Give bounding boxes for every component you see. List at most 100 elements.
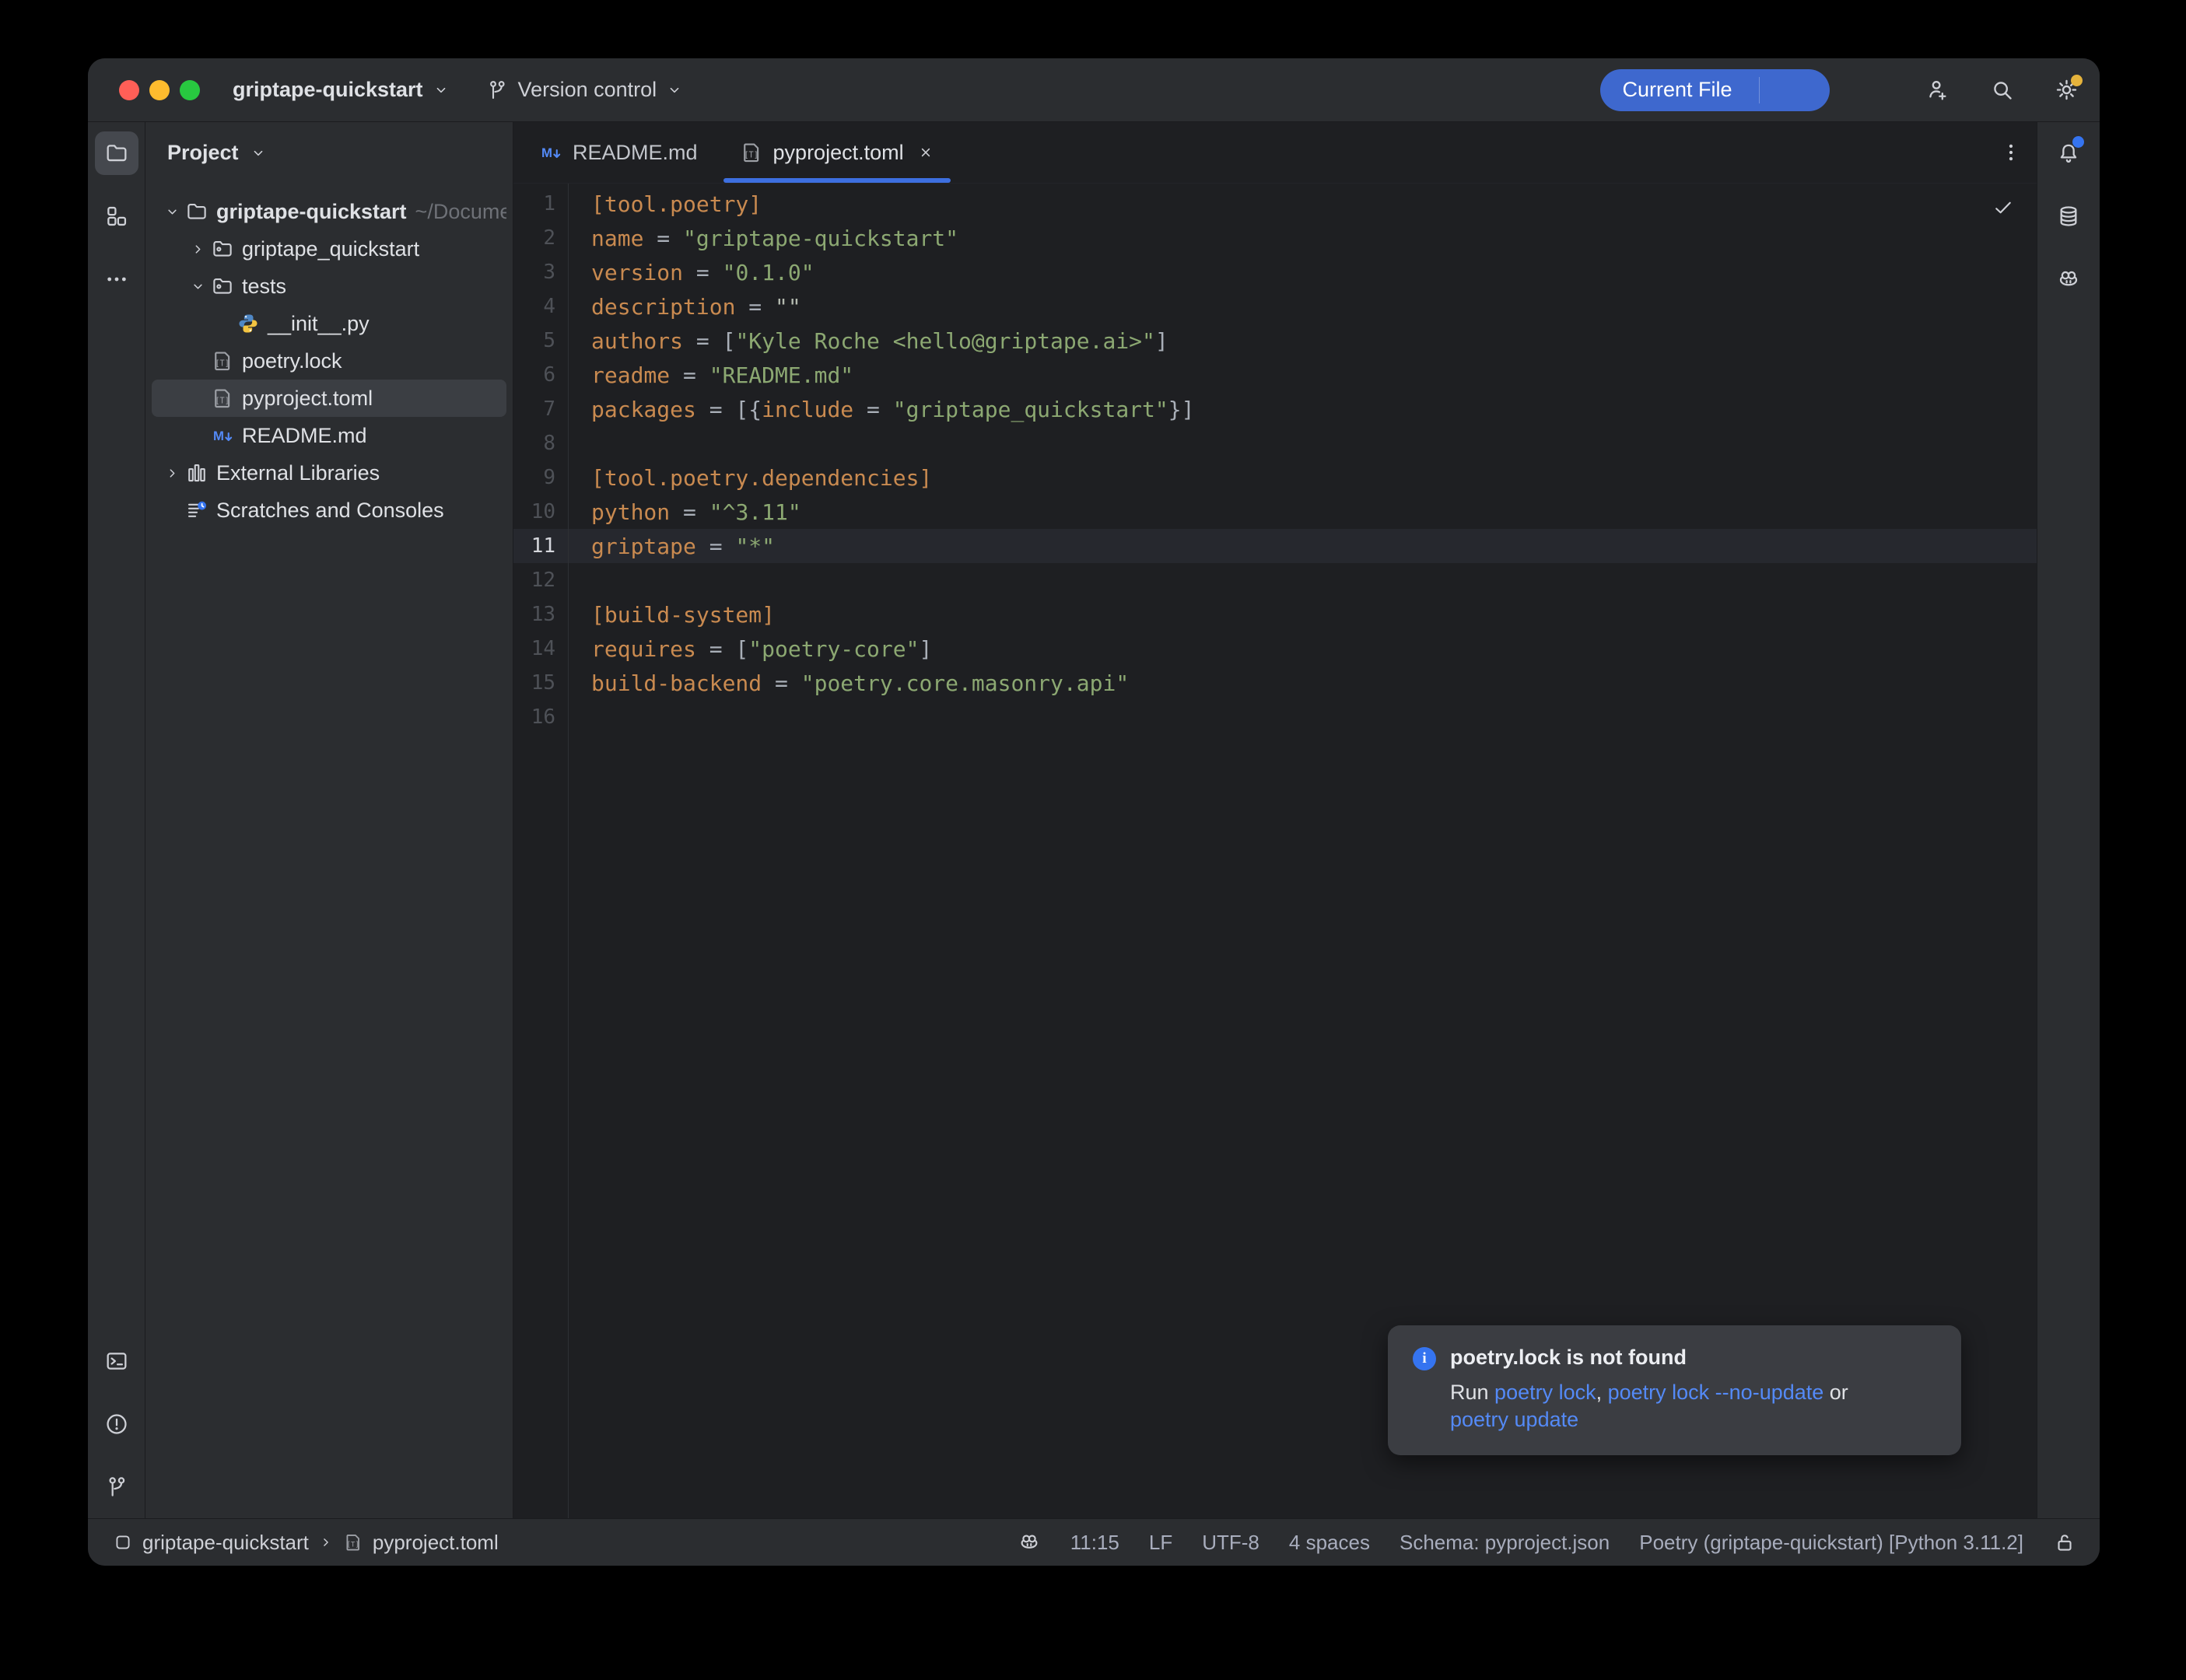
- code-line-10[interactable]: 10python = "^3.11": [513, 495, 2037, 529]
- tree-row-scratches-and-consoles[interactable]: Scratches and Consoles: [152, 492, 506, 529]
- notification-link-poetry-lock-no-update[interactable]: poetry lock --no-update: [1608, 1381, 1824, 1404]
- token-op: = [{: [696, 397, 762, 422]
- ai-assistant-button[interactable]: [2047, 257, 2090, 301]
- status-item-poetry-griptape-quickstart-pyt[interactable]: Poetry (griptape-quickstart) [Python 3.1…: [1639, 1531, 2023, 1555]
- token-key: include: [762, 397, 853, 422]
- chevron-down-icon[interactable]: [185, 278, 210, 295]
- code-line-8[interactable]: 8: [513, 426, 2037, 460]
- token-op: ]: [1155, 328, 1168, 354]
- breadcrumb-project[interactable]: griptape-quickstart: [142, 1531, 309, 1555]
- code-line-11[interactable]: 11griptape = "*": [513, 529, 2037, 563]
- zoom-window-button[interactable]: [180, 80, 200, 100]
- notification-body: Run poetry lock, poetry lock --no-update…: [1450, 1379, 1848, 1433]
- copilot-icon[interactable]: [1018, 1531, 1041, 1554]
- unlock-icon[interactable]: [2053, 1531, 2076, 1554]
- tree-item-label: poetry.lock: [242, 349, 342, 373]
- code-line-2[interactable]: 2name = "griptape-quickstart": [513, 221, 2037, 255]
- editor-tab-pyproject-toml[interactable]: [T]pyproject.toml: [719, 122, 955, 183]
- token-key: name: [591, 226, 643, 251]
- minimize-window-button[interactable]: [149, 80, 170, 100]
- token-str: "Kyle Roche <hello@griptape.ai>": [735, 328, 1154, 354]
- notification-link-poetry-lock[interactable]: poetry lock: [1494, 1381, 1596, 1404]
- notification-content: poetry.lock is not found Run poetry lock…: [1450, 1346, 1848, 1433]
- token-key: version: [591, 260, 683, 285]
- tree-row-pyproject-toml[interactable]: [T]pyproject.toml: [152, 380, 506, 417]
- code-line-6[interactable]: 6readme = "README.md": [513, 358, 2037, 392]
- tree-row--init-py[interactable]: __init__.py: [152, 305, 506, 342]
- notifications-button[interactable]: [2047, 131, 2090, 175]
- code-line-15[interactable]: 15build-backend = "poetry.core.masonry.a…: [513, 666, 2037, 700]
- status-bar: griptape-quickstart [T] pyproject.toml 1…: [88, 1518, 2100, 1566]
- token-op: =: [696, 534, 736, 559]
- search-button[interactable]: [1988, 77, 2015, 103]
- code-line-9[interactable]: 9[tool.poetry.dependencies]: [513, 460, 2037, 495]
- code-line-3[interactable]: 3version = "0.1.0": [513, 255, 2037, 289]
- scratches-icon: [184, 498, 209, 523]
- token-op: =: [735, 294, 775, 320]
- notification-text: ,: [1596, 1381, 1608, 1404]
- problems-toolwindow-button[interactable]: [95, 1402, 138, 1446]
- status-item-utf-8[interactable]: UTF-8: [1202, 1531, 1259, 1555]
- project-toolwindow-button[interactable]: [95, 131, 138, 175]
- right-tool-stripe: [2037, 122, 2100, 1518]
- terminal-toolwindow-button[interactable]: [95, 1339, 138, 1383]
- chevron-right-icon[interactable]: [185, 241, 210, 257]
- module-icon: [113, 1532, 133, 1552]
- git-toolwindow-button[interactable]: [95, 1465, 138, 1509]
- status-items: 11:15 LF UTF-8 4 spaces Schema: pyproject.js…: [1070, 1531, 2023, 1555]
- tree-row-griptape-quickstart[interactable]: griptape-quickstart~/Docume: [152, 193, 506, 230]
- chevron-down-icon[interactable]: [159, 204, 184, 220]
- tree-item-label: pyproject.toml: [242, 387, 373, 411]
- pill-divider: [1759, 77, 1760, 103]
- token-sec: [tool.poetry.dependencies]: [591, 465, 932, 491]
- settings-badge: [2071, 75, 2083, 86]
- chevron-right-icon[interactable]: [159, 465, 184, 481]
- line-number: 6: [513, 363, 568, 387]
- inspection-check-icon[interactable]: [1992, 196, 2015, 219]
- code-line-1[interactable]: 1[tool.poetry]: [513, 187, 2037, 221]
- line-number: 4: [513, 295, 568, 318]
- editor-tab-readme-md[interactable]: MREADME.md: [518, 122, 719, 183]
- code-editor[interactable]: 1[tool.poetry]2name = "griptape-quicksta…: [513, 184, 2037, 1518]
- vcs-widget[interactable]: Version control: [485, 78, 684, 102]
- status-item-11-15[interactable]: 11:15: [1070, 1531, 1119, 1555]
- tab-options-kebab-icon[interactable]: [1999, 141, 2023, 164]
- gutter-separator: [568, 184, 569, 1518]
- tree-row-readme-md[interactable]: MREADME.md: [152, 417, 506, 454]
- database-toolwindow-button[interactable]: [2047, 194, 2090, 238]
- folder-icon: [184, 199, 209, 224]
- project-panel-header[interactable]: Project: [145, 122, 513, 184]
- project-switcher[interactable]: griptape-quickstart: [233, 78, 450, 102]
- chevron-down-icon: [666, 82, 683, 99]
- run-config-selector[interactable]: Current File: [1622, 78, 1741, 102]
- status-item-schema-pyproject-json[interactable]: Schema: pyproject.json: [1400, 1531, 1610, 1555]
- tree-row-poetry-lock[interactable]: [T] poetry.lock: [152, 342, 506, 380]
- status-widgets: 11:15 LF UTF-8 4 spaces Schema: pyproject.js…: [1018, 1531, 2076, 1555]
- status-item-lf[interactable]: LF: [1149, 1531, 1172, 1555]
- close-window-button[interactable]: [119, 80, 139, 100]
- status-item-4-spaces[interactable]: 4 spaces: [1289, 1531, 1370, 1555]
- breadcrumb-file[interactable]: pyproject.toml: [373, 1531, 499, 1555]
- code-line-4[interactable]: 4description = "": [513, 289, 2037, 324]
- project-panel-title: Project: [167, 141, 239, 165]
- code-line-14[interactable]: 14requires = ["poetry-core"]: [513, 632, 2037, 666]
- tree-row-external-libraries[interactable]: External Libraries: [152, 454, 506, 492]
- settings-button[interactable]: [2053, 77, 2079, 103]
- notification-link-poetry-update[interactable]: poetry update: [1450, 1408, 1578, 1431]
- tree-row-tests[interactable]: tests: [152, 268, 506, 305]
- tree-row-griptape-quickstart[interactable]: griptape_quickstart: [152, 230, 506, 268]
- code-line-16[interactable]: 16: [513, 700, 2037, 734]
- toml-icon: [T]: [210, 348, 235, 373]
- add-user-button[interactable]: [1924, 77, 1950, 103]
- more-toolwindows-button[interactable]: [95, 257, 138, 301]
- editor-tabbar: MREADME.md[T]pyproject.toml: [513, 122, 2037, 184]
- code-line-5[interactable]: 5authors = ["Kyle Roche <hello@griptape.…: [513, 324, 2037, 358]
- structure-toolwindow-button[interactable]: [95, 194, 138, 238]
- tree-item-path: ~/Docume: [415, 200, 506, 224]
- code-line-12[interactable]: 12: [513, 563, 2037, 597]
- token-op: }]: [1168, 397, 1195, 422]
- close-tab-icon[interactable]: [917, 144, 934, 161]
- code-line-7[interactable]: 7packages = [{include = "griptape_quicks…: [513, 392, 2037, 426]
- git-branch-icon: [485, 79, 509, 102]
- code-line-13[interactable]: 13[build-system]: [513, 597, 2037, 632]
